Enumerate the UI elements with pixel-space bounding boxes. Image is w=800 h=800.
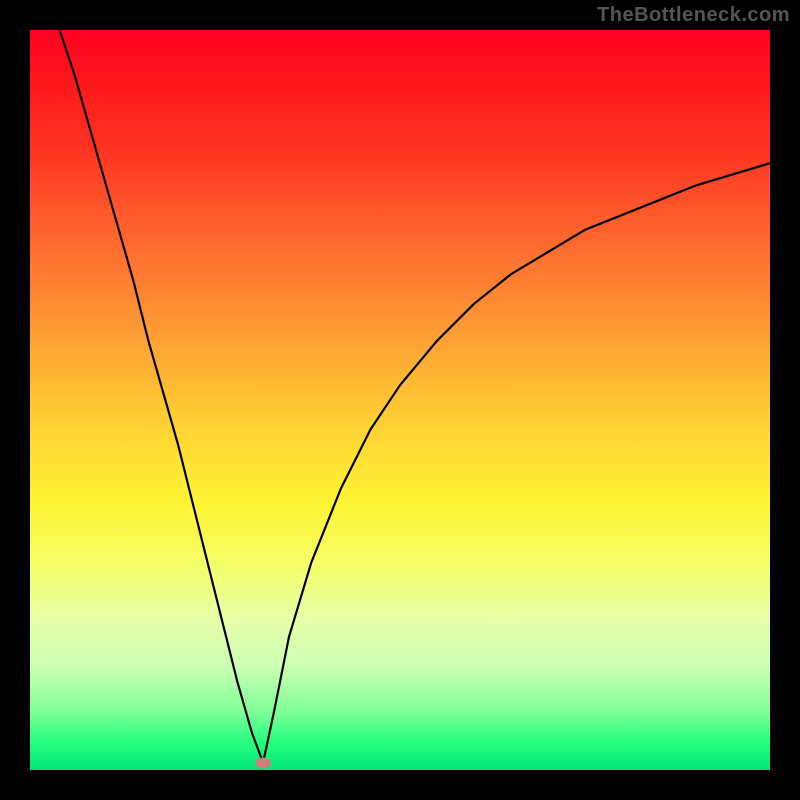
watermark-text: TheBottleneck.com	[597, 4, 790, 27]
chart-frame: TheBottleneck.com	[0, 0, 800, 800]
curve-right-branch	[263, 163, 770, 762]
minimum-marker	[255, 757, 271, 768]
plot-area	[30, 30, 770, 770]
curve-left-branch	[60, 30, 264, 763]
curve-svg	[30, 30, 770, 770]
